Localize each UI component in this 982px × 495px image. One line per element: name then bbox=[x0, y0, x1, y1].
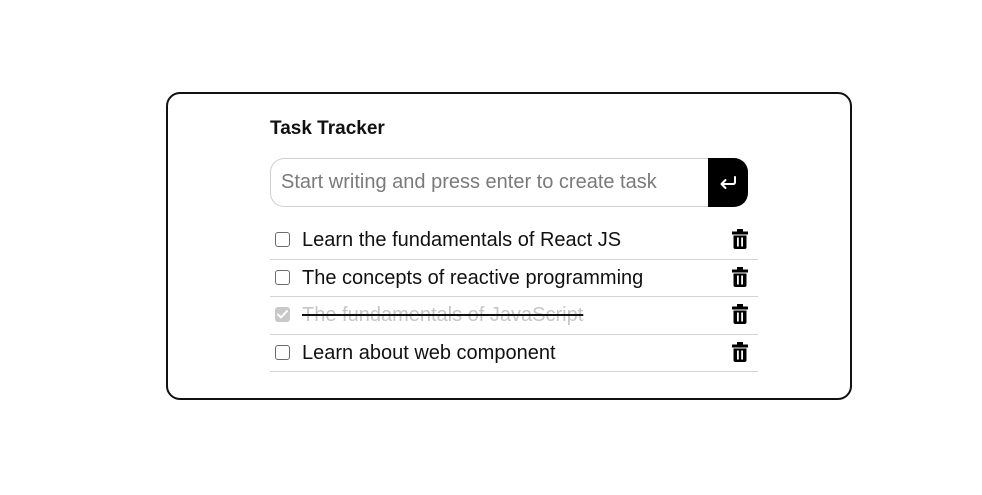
task-checkbox[interactable] bbox=[275, 269, 290, 285]
task-item: Learn the fundamentals of React JS bbox=[270, 222, 758, 260]
delete-task-button[interactable] bbox=[732, 304, 748, 324]
trash-icon bbox=[732, 266, 748, 287]
task-item: Learn about web component bbox=[270, 335, 758, 372]
task-label: Learn the fundamentals of React JS bbox=[302, 229, 622, 251]
task-tracker-card: Task Tracker Learn the fundamentals of R… bbox=[166, 92, 852, 400]
submit-task-button[interactable] bbox=[708, 158, 748, 207]
task-list: Learn the fundamentals of React JS The c… bbox=[270, 222, 758, 372]
task-label: The fundamentals of JavaScript bbox=[302, 304, 584, 326]
task-label: The concepts of reactive programming bbox=[302, 266, 644, 289]
task-checkbox-checked[interactable] bbox=[275, 307, 290, 322]
task-tracker-content: Task Tracker Learn the fundamentals of R… bbox=[270, 118, 758, 372]
task-checkbox[interactable] bbox=[275, 344, 290, 360]
enter-return-icon bbox=[720, 175, 736, 189]
trash-icon bbox=[732, 229, 748, 249]
app-title: Task Tracker bbox=[270, 118, 385, 139]
task-item: The concepts of reactive programming bbox=[270, 260, 758, 297]
trash-icon bbox=[732, 341, 748, 362]
task-label: Learn about web component bbox=[302, 341, 556, 364]
delete-task-button[interactable] bbox=[732, 341, 748, 362]
delete-task-button[interactable] bbox=[732, 229, 748, 249]
new-task-input[interactable] bbox=[270, 158, 708, 207]
new-task-form bbox=[270, 158, 748, 207]
trash-icon bbox=[732, 304, 748, 324]
checkmark-icon bbox=[277, 310, 288, 319]
task-item-completed: The fundamentals of JavaScript bbox=[270, 297, 758, 335]
task-checkbox[interactable] bbox=[275, 232, 290, 247]
delete-task-button[interactable] bbox=[732, 266, 748, 287]
